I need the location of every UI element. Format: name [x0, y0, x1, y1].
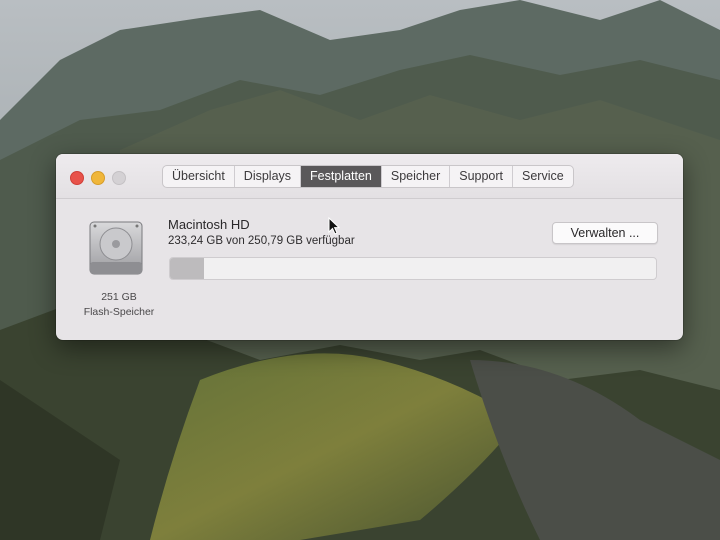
- tab-festplatten[interactable]: Festplatten: [301, 166, 382, 187]
- storage-usage-bar: [169, 257, 657, 280]
- minimize-window-button[interactable]: [91, 171, 105, 185]
- tab-speicher[interactable]: Speicher: [382, 166, 451, 187]
- about-this-mac-window: Übersicht Displays Festplatten Speicher …: [56, 154, 683, 340]
- volume-name: Macintosh HD: [168, 217, 250, 232]
- hard-drive-icon: [89, 221, 143, 275]
- volume-availability: 233,24 GB von 250,79 GB verfügbar: [168, 235, 355, 247]
- disk-type-label: Flash-Speicher: [83, 306, 155, 318]
- storage-panel: 251 GB Flash-Speicher Macintosh HD 233,2…: [56, 199, 683, 340]
- tab-service[interactable]: Service: [513, 166, 573, 187]
- zoom-window-button[interactable]: [112, 171, 126, 185]
- tab-support[interactable]: Support: [450, 166, 514, 187]
- manage-button[interactable]: Verwalten ...: [552, 222, 658, 244]
- mouse-pointer-icon: [328, 217, 340, 235]
- segmented-tab-bar: Übersicht Displays Festplatten Speicher …: [162, 165, 574, 188]
- tab-displays[interactable]: Displays: [235, 166, 302, 187]
- close-window-button[interactable]: [70, 171, 84, 185]
- disk-capacity-label: 251 GB: [101, 291, 137, 303]
- window-titlebar: Übersicht Displays Festplatten Speicher …: [56, 154, 683, 199]
- tab-uebersicht[interactable]: Übersicht: [163, 166, 235, 187]
- storage-usage-fill: [170, 258, 205, 279]
